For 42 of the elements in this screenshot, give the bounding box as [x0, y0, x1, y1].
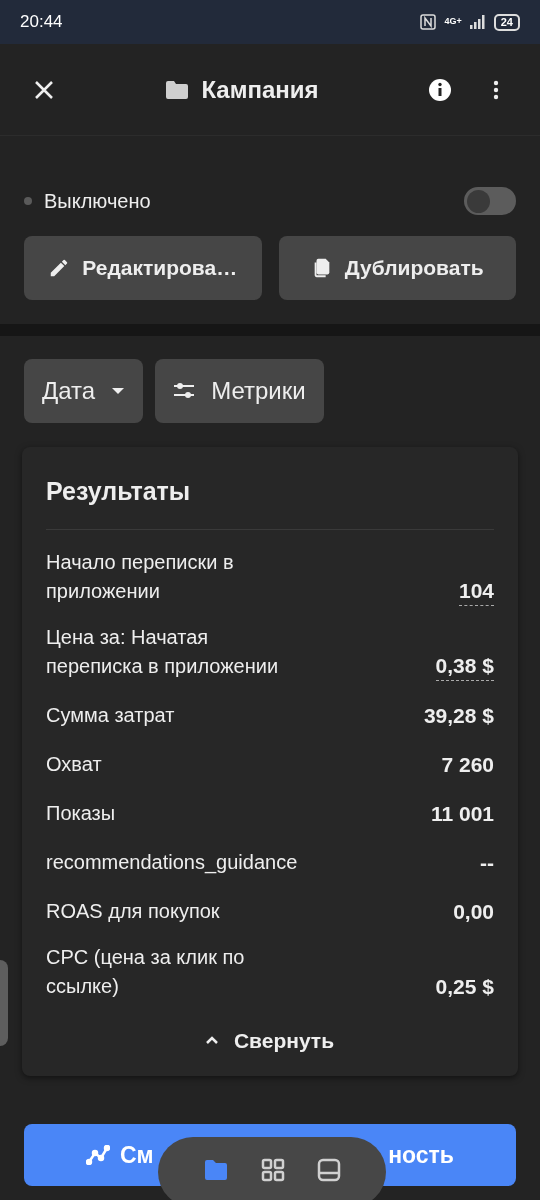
card-title: Результаты — [46, 473, 494, 530]
metric-value: 7 260 — [441, 751, 494, 778]
edge-handle[interactable] — [0, 960, 8, 1046]
trend-icon — [86, 1145, 110, 1165]
folder-icon — [165, 79, 190, 100]
metric-label: ROAS для покупок — [46, 898, 220, 924]
grid-icon[interactable] — [261, 1158, 285, 1182]
page-title: Кампания — [201, 74, 319, 105]
metric-label: Начало переписки в приложении — [46, 549, 235, 604]
metric-value[interactable]: 104 — [458, 575, 494, 606]
metric-label: CPC (цена за клик по ссылке) — [46, 944, 246, 999]
sliders-icon — [173, 382, 196, 400]
metric-label: recommendations_guidance — [46, 849, 296, 876]
close-icon — [34, 79, 54, 100]
edit-button[interactable]: Редактирова… — [24, 236, 262, 300]
metric-value[interactable]: 0,38 $ — [435, 650, 494, 681]
duplicate-button[interactable]: Дублировать — [278, 236, 516, 300]
nfc-icon — [420, 14, 437, 30]
metric-label: Охват — [46, 751, 102, 777]
info-icon — [428, 77, 452, 102]
metric-value: 11 001 — [430, 800, 494, 827]
caret-icon — [111, 386, 126, 396]
chevron-up-icon — [205, 1036, 218, 1045]
folder-icon[interactable] — [203, 1159, 229, 1181]
monitor-icon[interactable] — [317, 1158, 341, 1182]
metric-value: 0,25 $ — [435, 973, 494, 1000]
collapse-button[interactable]: Свернуть — [205, 1024, 335, 1056]
network-type: 4G+ — [444, 15, 462, 29]
date-dropdown[interactable]: Дата — [24, 359, 144, 423]
metric-value: 0,00 — [453, 898, 494, 925]
status-time: 20:44 — [20, 11, 63, 34]
more-icon — [493, 79, 499, 100]
metric-value: -- — [480, 849, 494, 876]
toggle-switch[interactable] — [464, 187, 516, 215]
status-label: Выключено — [44, 189, 152, 214]
metric-label: Цена за: Начатая переписка в приложении — [46, 624, 280, 679]
metric-label: Показы — [46, 800, 116, 826]
signal-icon — [469, 15, 486, 29]
battery-indicator: 24 — [493, 13, 520, 31]
metrics-button[interactable]: Метрики — [155, 359, 324, 423]
metric-value: 39,28 $ — [423, 702, 494, 729]
metric-label: Сумма затрат — [46, 702, 175, 728]
